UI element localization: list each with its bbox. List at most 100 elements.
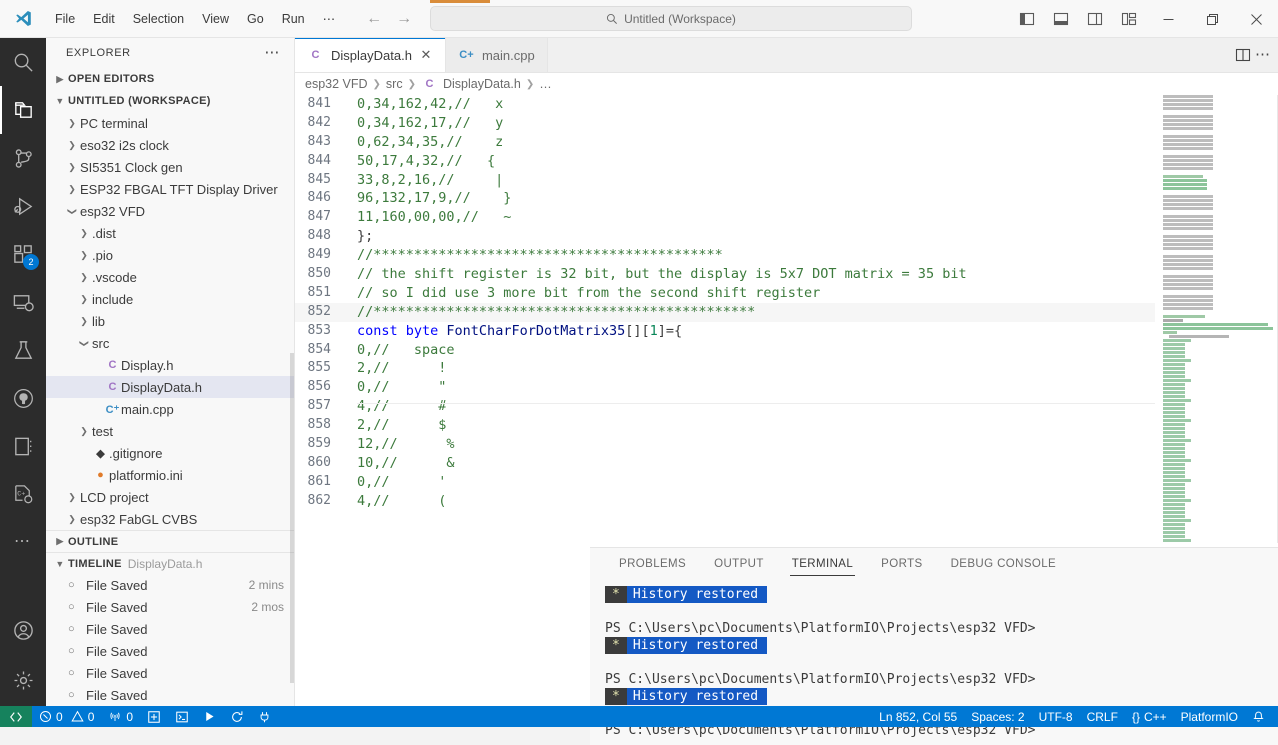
code-line[interactable]: 851// so I did use 3 more bit from the s…	[295, 284, 1278, 303]
breadcrumb-item-src[interactable]: src	[386, 77, 403, 91]
code-line[interactable]: 84450,17,4,32,// {	[295, 152, 1278, 171]
activitybar-explorer-icon[interactable]	[0, 86, 46, 134]
timeline-item[interactable]: ○File Saved2 mos	[46, 596, 294, 618]
timeline-item[interactable]: ○File Saved2 mins	[46, 574, 294, 596]
code-line[interactable]: 8420,34,162,17,// y	[295, 114, 1278, 133]
notifications-bell-icon[interactable]	[1245, 706, 1272, 727]
minimap[interactable]	[1155, 95, 1278, 543]
tree-item-test[interactable]: ❯test	[46, 420, 294, 442]
sidebar-scrollbar[interactable]	[290, 353, 294, 683]
activitybar-github-icon[interactable]	[0, 374, 46, 422]
code-line[interactable]: 849//***********************************…	[295, 246, 1278, 265]
window-close-button[interactable]	[1234, 0, 1278, 38]
tree-item-main-cpp[interactable]: C⁺main.cpp	[46, 398, 294, 420]
activitybar-source-control-icon[interactable]	[0, 134, 46, 182]
tree-item-vscode[interactable]: ❯.vscode	[46, 266, 294, 288]
tab-problems[interactable]: PROBLEMS	[605, 548, 700, 580]
activitybar-notebook-icon[interactable]	[0, 422, 46, 470]
toggle-primary-sidebar-icon[interactable]	[1010, 0, 1044, 38]
toggle-panel-icon[interactable]	[1044, 0, 1078, 38]
eol-setting[interactable]: CRLF	[1080, 706, 1125, 727]
window-minimize-button[interactable]	[1146, 0, 1190, 38]
menu-view[interactable]: View	[193, 8, 238, 30]
sidebar-more-actions-icon[interactable]: ⋯	[264, 49, 280, 57]
activitybar-extensions-icon[interactable]: 2	[0, 230, 46, 278]
section-outline[interactable]: ▶ OUTLINE	[46, 530, 294, 552]
menu-selection[interactable]: Selection	[124, 8, 193, 30]
language-mode[interactable]: {} C++	[1125, 706, 1174, 727]
menu-edit[interactable]: Edit	[84, 8, 124, 30]
tab-displaydata-h[interactable]: C DisplayData.h ✕	[295, 38, 446, 72]
tree-item-platformio-ini[interactable]: ●platformio.ini	[46, 464, 294, 486]
code-line[interactable]: 8410,34,162,42,// x	[295, 95, 1278, 114]
breadcrumb-item-file[interactable]: DisplayData.h	[443, 77, 521, 91]
radio-tower-status[interactable]: 0	[101, 706, 140, 727]
menu-file[interactable]: File	[46, 8, 84, 30]
breadcrumb-item-more[interactable]: …	[539, 77, 552, 91]
code-line[interactable]: 852//***********************************…	[295, 303, 1278, 322]
tab-terminal[interactable]: TERMINAL	[778, 548, 867, 580]
editor-more-actions-icon[interactable]: ⋯	[1255, 51, 1270, 59]
code-line[interactable]: 8624,// (	[295, 492, 1278, 511]
tree-item-esp32-fabgl-cvbs[interactable]: ❯esp32 FabGL CVBS	[46, 508, 294, 530]
tree-item-lcd-project[interactable]: ❯LCD project	[46, 486, 294, 508]
section-workspace[interactable]: ▼ UNTITLED (WORKSPACE)	[46, 90, 294, 112]
activitybar-more-views-icon[interactable]: ⋯	[0, 518, 46, 566]
problems-status[interactable]: 0 0	[32, 706, 101, 727]
tree-item-eso32-i2s-clock[interactable]: ❯eso32 i2s clock	[46, 134, 294, 156]
code-line[interactable]: 8430,62,34,35,// z	[295, 133, 1278, 152]
encoding-setting[interactable]: UTF-8	[1032, 706, 1080, 727]
code-line[interactable]: 8582,// $	[295, 416, 1278, 435]
tree-item-dist[interactable]: ❯.dist	[46, 222, 294, 244]
indentation-setting[interactable]: Spaces: 2	[964, 706, 1031, 727]
tab-output[interactable]: OUTPUT	[700, 548, 778, 580]
tree-item-pc-terminal[interactable]: ❯PC terminal	[46, 112, 294, 134]
run-build-icon[interactable]	[196, 706, 223, 727]
activitybar-run-debug-icon[interactable]	[0, 182, 46, 230]
tree-item-gitignore[interactable]: ◆.gitignore	[46, 442, 294, 464]
platformio-status[interactable]: PlatformIO	[1174, 706, 1245, 727]
timeline-item[interactable]: ○File Saved	[46, 684, 294, 706]
menu-go[interactable]: Go	[238, 8, 273, 30]
timeline-item[interactable]: ○File Saved	[46, 618, 294, 640]
activitybar-remote-explorer-icon[interactable]	[0, 278, 46, 326]
new-file-icon[interactable]	[140, 706, 168, 727]
section-open-editors[interactable]: ▶ OPEN EDITORS	[46, 68, 294, 90]
tab-debug-console[interactable]: DEBUG CONSOLE	[937, 548, 1071, 580]
terminal-icon[interactable]	[168, 706, 196, 727]
split-editor-icon[interactable]	[1235, 47, 1251, 63]
code-line[interactable]: 850// the shift register is 32 bit, but …	[295, 265, 1278, 284]
forward-icon[interactable]: →	[396, 11, 412, 27]
activitybar-testing-icon[interactable]	[0, 326, 46, 374]
activitybar-accounts-icon[interactable]	[0, 606, 46, 654]
menu-run[interactable]: Run	[273, 8, 314, 30]
tree-item-pio[interactable]: ❯.pio	[46, 244, 294, 266]
sync-upload-icon[interactable]	[223, 706, 251, 727]
timeline-item[interactable]: ○File Saved	[46, 640, 294, 662]
code-editor[interactable]: 8410,34,162,42,// x8420,34,162,17,// y84…	[295, 95, 1278, 543]
code-line[interactable]: 8540,// space	[295, 341, 1278, 360]
tree-item-esp32-fbgal-tft-display-driver[interactable]: ❯ESP32 FBGAL TFT Display Driver	[46, 178, 294, 200]
tree-item-display-h[interactable]: CDisplay.h	[46, 354, 294, 376]
tree-item-lib[interactable]: ❯lib	[46, 310, 294, 332]
code-line[interactable]: 85912,// %	[295, 435, 1278, 454]
command-center-search[interactable]: Untitled (Workspace)	[430, 6, 912, 31]
code-line[interactable]: 84696,132,17,9,// }	[295, 189, 1278, 208]
tree-item-esp32-vfd[interactable]: ❯esp32 VFD	[46, 200, 294, 222]
tree-item-displaydata-h[interactable]: CDisplayData.h	[46, 376, 294, 398]
serial-monitor-icon[interactable]	[251, 706, 278, 727]
code-line[interactable]: 853const byte FontCharForDotMatrix35[][1…	[295, 322, 1278, 341]
breadcrumb-item-project[interactable]: esp32 VFD	[305, 77, 368, 91]
code-line[interactable]: 848};	[295, 227, 1278, 246]
tree-item-src[interactable]: ❯src	[46, 332, 294, 354]
code-line[interactable]: 86010,// &	[295, 454, 1278, 473]
code-line[interactable]: 8574,// #	[295, 397, 1278, 416]
toggle-secondary-sidebar-icon[interactable]	[1078, 0, 1112, 38]
code-line[interactable]: 8560,// "	[295, 378, 1278, 397]
menu-more[interactable]: ⋯	[314, 7, 345, 30]
code-line[interactable]: 8552,// !	[295, 359, 1278, 378]
code-line[interactable]: 84711,160,00,00,// ~	[295, 208, 1278, 227]
activitybar-search-icon[interactable]	[0, 38, 46, 86]
tree-item-si5351-clock-gen[interactable]: ❯SI5351 Clock gen	[46, 156, 294, 178]
cursor-position[interactable]: Ln 852, Col 55	[872, 706, 964, 727]
